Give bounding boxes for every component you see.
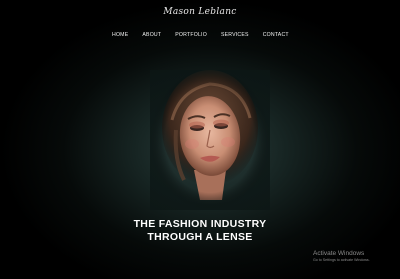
- nav-item-about[interactable]: ABOUT: [142, 32, 161, 38]
- nav-item-portfolio[interactable]: PORTFOLIO: [175, 32, 207, 38]
- nav-item-services[interactable]: SERVICES: [221, 32, 249, 38]
- hero-headline-line2: THROUGH A LENSE: [147, 231, 253, 243]
- nav-item-home[interactable]: HOME: [112, 32, 128, 38]
- hero-headline: THE FASHION INDUSTRY THROUGH A LENSE: [0, 218, 400, 244]
- hero-headline-line1: THE FASHION INDUSTRY: [133, 218, 267, 230]
- main-nav: HOME ABOUT PORTFOLIO SERVICES CONTACT: [112, 32, 289, 38]
- activate-windows-subtitle: Go to Settings to activate Windows.: [313, 258, 370, 262]
- hero-portrait-image: [150, 70, 270, 210]
- page: Mason Leblanc HOME ABOUT PORTFOLIO SERVI…: [0, 0, 400, 279]
- activate-windows-title: Activate Windows: [313, 250, 365, 257]
- nav-item-contact[interactable]: CONTACT: [263, 32, 289, 38]
- activate-windows-watermark: Activate Windows Go to Settings to activ…: [313, 250, 370, 262]
- site-logo[interactable]: Mason Leblanc: [0, 7, 400, 17]
